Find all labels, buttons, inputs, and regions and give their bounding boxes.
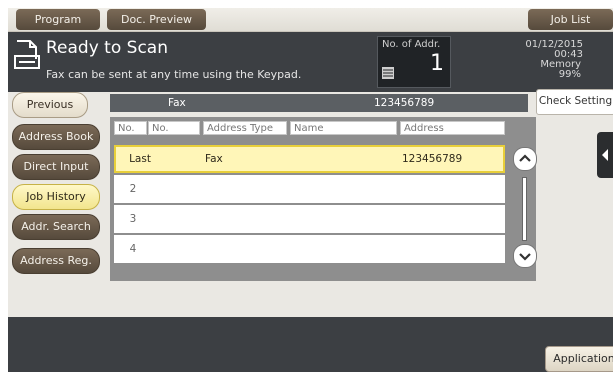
status-header: Ready to Scan Fax can be sent at any tim… bbox=[8, 32, 613, 92]
row-no: Last bbox=[129, 153, 151, 165]
table-row[interactable]: 2 bbox=[114, 175, 505, 203]
side-panel-tab-icon bbox=[602, 149, 608, 161]
memory-value: 99% bbox=[558, 69, 581, 80]
address-reg-button[interactable]: Address Reg. bbox=[12, 248, 100, 274]
table-row[interactable]: Last Fax 123456789 bbox=[114, 145, 505, 173]
scroll-down-icon bbox=[519, 253, 531, 261]
row-address: 123456789 bbox=[402, 153, 463, 165]
application-button[interactable]: Application bbox=[545, 346, 613, 372]
job-history-button[interactable]: Job History bbox=[12, 184, 100, 210]
address-list-icon bbox=[382, 67, 394, 79]
previous-button[interactable]: Previous bbox=[12, 92, 88, 118]
direct-input-button[interactable]: Direct Input bbox=[12, 154, 100, 180]
scan-icon bbox=[14, 40, 40, 69]
column-header-no-2: No. bbox=[148, 121, 200, 135]
side-panel-tab[interactable] bbox=[597, 132, 613, 178]
check-setting-button[interactable]: Check Setting bbox=[536, 89, 613, 115]
column-header-name: Name bbox=[290, 121, 397, 135]
scroll-up-icon bbox=[519, 154, 531, 162]
top-bar: Program Doc. Preview Job List bbox=[8, 8, 613, 32]
job-list-button[interactable]: Job List bbox=[528, 9, 613, 30]
status-message: Fax can be sent at any time using the Ke… bbox=[46, 68, 302, 81]
column-header-address: Address bbox=[400, 121, 505, 135]
row-address-type: Fax bbox=[205, 153, 223, 165]
selected-number: 123456789 bbox=[374, 97, 435, 109]
row-no: 3 bbox=[129, 213, 137, 225]
row-no: 4 bbox=[129, 243, 137, 255]
table-row[interactable]: 3 bbox=[114, 205, 505, 233]
column-header-address-type: Address Type bbox=[203, 121, 287, 135]
program-button[interactable]: Program bbox=[16, 9, 100, 30]
address-count-value: 1 bbox=[430, 51, 444, 76]
scroll-down-button[interactable] bbox=[513, 244, 537, 268]
address-count-box: No. of Addr. 1 bbox=[377, 36, 451, 88]
memory-status: Memory 99% bbox=[540, 60, 581, 80]
selected-type: Fax bbox=[168, 97, 186, 109]
table-row[interactable]: 4 bbox=[114, 235, 505, 263]
address-count-label: No. of Addr. bbox=[382, 39, 441, 50]
date-time: 01/12/2015 00:43 bbox=[525, 40, 583, 60]
scroll-up-button[interactable] bbox=[513, 147, 537, 171]
address-book-button[interactable]: Address Book bbox=[12, 124, 100, 150]
scan-screen: Program Doc. Preview Job List Ready to S… bbox=[8, 8, 613, 372]
column-header-no: No. bbox=[114, 121, 147, 135]
row-no: 2 bbox=[129, 183, 137, 195]
addr-search-button[interactable]: Addr. Search bbox=[12, 214, 100, 240]
page-title: Ready to Scan bbox=[46, 38, 168, 58]
doc-preview-button[interactable]: Doc. Preview bbox=[107, 9, 206, 30]
bottom-panel bbox=[8, 317, 613, 372]
selected-destination-bar: Fax 123456789 bbox=[110, 94, 528, 112]
scrollbar-track[interactable] bbox=[522, 177, 527, 241]
